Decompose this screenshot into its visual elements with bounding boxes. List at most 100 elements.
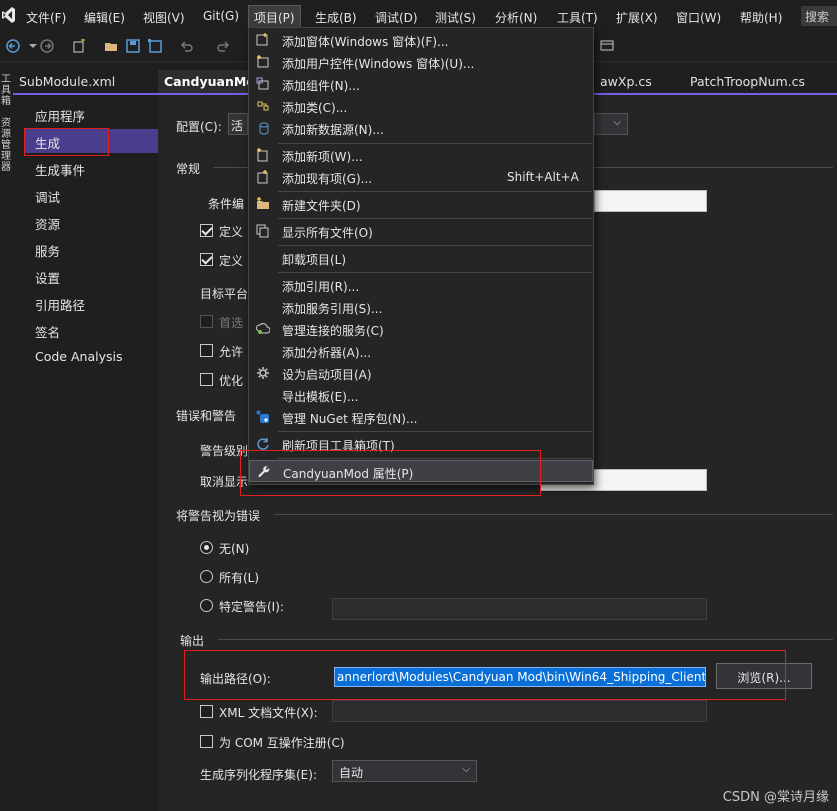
chevron-down-icon: ⌵ bbox=[462, 764, 470, 775]
nav-item-code-analysis[interactable]: Code Analysis bbox=[35, 349, 122, 364]
menu-window[interactable]: 窗口(W) bbox=[676, 9, 721, 26]
menu-item-add-datasource[interactable]: 添加新数据源(N)... bbox=[249, 117, 593, 139]
radio-none-label: 无(N) bbox=[219, 542, 250, 556]
menu-debug[interactable]: 调试(D) bbox=[375, 9, 418, 26]
menu-item-add-component[interactable]: 添加组件(N)... bbox=[249, 73, 593, 95]
menu-item-add-service-reference[interactable]: 添加服务引用(S)... bbox=[249, 296, 593, 318]
nav-item-signing[interactable]: 签名 bbox=[35, 322, 60, 341]
menu-item-set-startup[interactable]: 设为启动项目(A) bbox=[249, 362, 593, 384]
serialization-label: 生成序列化程序集(E): bbox=[200, 768, 317, 782]
menu-item-add-new-item[interactable]: 添加新项(W)... bbox=[249, 144, 593, 166]
menu-item-add-analyzer[interactable]: 添加分析器(A)... bbox=[249, 340, 593, 362]
serialization-select[interactable]: 自动 ⌵ bbox=[332, 760, 477, 782]
forward-icon[interactable] bbox=[40, 39, 54, 53]
menu-item-label: CandyuanMod 属性(P) bbox=[283, 467, 414, 481]
optimize-label: 优化 bbox=[219, 374, 244, 388]
section-errors-warnings: 错误和警告 bbox=[176, 409, 237, 423]
prefer-32bit-label: 首选 bbox=[219, 316, 244, 330]
allow-unsafe-checkbox[interactable] bbox=[200, 344, 213, 357]
menu-item-export-template[interactable]: 导出模板(E)... bbox=[249, 384, 593, 406]
specific-warnings-input[interactable] bbox=[332, 598, 707, 620]
menu-item-show-all-files[interactable]: 显示所有文件(O) bbox=[249, 220, 593, 242]
radio-none[interactable] bbox=[200, 541, 213, 554]
explorer-tab[interactable]: 资源管理器 bbox=[1, 118, 12, 173]
open-folder-icon[interactable] bbox=[104, 39, 118, 53]
config-select[interactable]: 活 bbox=[228, 113, 248, 135]
menu-item-add-user-control[interactable]: 添加用户控件(Windows 窗体)(U)... bbox=[249, 51, 593, 73]
redo-icon[interactable] bbox=[216, 39, 230, 53]
nav-item-services[interactable]: 服务 bbox=[35, 241, 60, 260]
menu-separator bbox=[278, 191, 592, 192]
menu-item-label: 刷新项目工具箱项(T) bbox=[282, 439, 395, 453]
nav-item-build-events[interactable]: 生成事件 bbox=[35, 160, 85, 179]
xml-doc-checkbox[interactable] bbox=[200, 705, 213, 718]
radio-all-label: 所有(L) bbox=[219, 571, 260, 585]
menu-edit[interactable]: 编辑(E) bbox=[84, 9, 125, 26]
platform-select[interactable]: ⌵ bbox=[594, 113, 628, 135]
prefer-32bit-checkbox[interactable] bbox=[200, 315, 213, 328]
conditional-compile-input[interactable] bbox=[594, 190, 707, 212]
window-layout-icon[interactable] bbox=[600, 39, 614, 53]
menu-item-unload-project[interactable]: 卸载项目(L) bbox=[249, 247, 593, 269]
tab-submodule-xml[interactable]: SubModule.xml bbox=[13, 70, 158, 93]
nav-item-debug[interactable]: 调试 bbox=[35, 187, 60, 206]
new-project-icon[interactable] bbox=[72, 39, 86, 53]
menu-item-add-existing-item[interactable]: 添加现有项(G)... Shift+Alt+A bbox=[249, 166, 593, 188]
tab-patchtroopnum-cs[interactable]: PatchTroopNum.cs bbox=[684, 70, 834, 93]
divider bbox=[274, 514, 833, 515]
watermark: CSDN @棠诗月缘 bbox=[722, 790, 829, 805]
save-all-icon[interactable] bbox=[148, 39, 162, 53]
config-label: 配置(C): bbox=[176, 120, 222, 134]
back-icon[interactable] bbox=[6, 39, 20, 53]
toolbox-tab[interactable]: 工具箱 bbox=[1, 74, 12, 107]
menu-extensions[interactable]: 扩展(X) bbox=[616, 9, 658, 26]
menu-item-label: 添加类(C)... bbox=[282, 101, 348, 115]
tab-drawxp-cs[interactable]: awXp.cs bbox=[594, 70, 684, 93]
menu-item-add-class[interactable]: 添加类(C)... bbox=[249, 95, 593, 117]
save-icon[interactable] bbox=[126, 39, 140, 53]
menu-view[interactable]: 视图(V) bbox=[143, 9, 185, 26]
define-trace-checkbox[interactable] bbox=[200, 253, 213, 266]
nav-item-build[interactable]: 生成 bbox=[35, 133, 60, 152]
menu-item-label: 管理连接的服务(C) bbox=[282, 324, 384, 338]
menu-separator bbox=[278, 272, 592, 273]
radio-specific[interactable] bbox=[200, 599, 213, 612]
browse-button[interactable]: 浏览(R)... bbox=[716, 663, 812, 689]
menu-item-new-folder[interactable]: 新建文件夹(D) bbox=[249, 193, 593, 215]
menu-item-add-form[interactable]: 添加窗体(Windows 窗体)(F)... bbox=[249, 29, 593, 51]
tab-candyuanmod[interactable]: CandyuanMod bbox=[158, 70, 258, 93]
menu-item-label: 显示所有文件(O) bbox=[282, 226, 373, 240]
radio-all[interactable] bbox=[200, 570, 213, 583]
menu-item-manage-nuget[interactable]: 管理 NuGet 程序包(N)... bbox=[249, 406, 593, 428]
menu-build[interactable]: 生成(B) bbox=[315, 9, 357, 26]
optimize-checkbox[interactable] bbox=[200, 373, 213, 386]
menu-item-add-reference[interactable]: 添加引用(R)... bbox=[249, 274, 593, 296]
project-menu-dropdown: 添加窗体(Windows 窗体)(F)... 添加用户控件(Windows 窗体… bbox=[248, 27, 594, 485]
menu-test[interactable]: 测试(S) bbox=[435, 9, 476, 26]
radio-specific-label: 特定警告(I): bbox=[219, 600, 284, 614]
menu-file[interactable]: 文件(F) bbox=[26, 9, 66, 26]
menu-help[interactable]: 帮助(H) bbox=[740, 9, 782, 26]
menu-item-refresh-toolbox[interactable]: 刷新项目工具箱项(T) bbox=[249, 433, 593, 455]
refresh-icon bbox=[257, 438, 269, 450]
class-icon bbox=[257, 101, 269, 111]
define-debug-checkbox[interactable] bbox=[200, 224, 213, 237]
menu-item-connected-services[interactable]: 管理连接的服务(C) bbox=[249, 318, 593, 340]
dropdown-arrow-icon[interactable] bbox=[26, 39, 40, 53]
com-register-checkbox[interactable] bbox=[200, 735, 213, 748]
nav-item-resources[interactable]: 资源 bbox=[35, 214, 60, 233]
menu-tools[interactable]: 工具(T) bbox=[557, 9, 598, 26]
new-folder-icon bbox=[257, 197, 269, 209]
serialization-value: 自动 bbox=[339, 766, 364, 780]
menu-analyze[interactable]: 分析(N) bbox=[495, 9, 537, 26]
define-debug-label: 定义 bbox=[219, 225, 244, 239]
undo-icon[interactable] bbox=[180, 39, 194, 53]
menu-git[interactable]: Git(G) bbox=[203, 9, 239, 23]
nav-item-settings[interactable]: 设置 bbox=[35, 268, 60, 287]
output-path-input[interactable]: annerlord\Modules\Candyuan Mod\bin\Win64… bbox=[334, 667, 706, 687]
nav-item-application[interactable]: 应用程序 bbox=[35, 106, 85, 125]
menu-item-properties[interactable]: CandyuanMod 属性(P) bbox=[249, 460, 593, 482]
nav-item-reference-paths[interactable]: 引用路径 bbox=[35, 295, 85, 314]
search-box[interactable]: 搜索 bbox=[801, 6, 837, 26]
xml-doc-input[interactable] bbox=[332, 700, 707, 722]
